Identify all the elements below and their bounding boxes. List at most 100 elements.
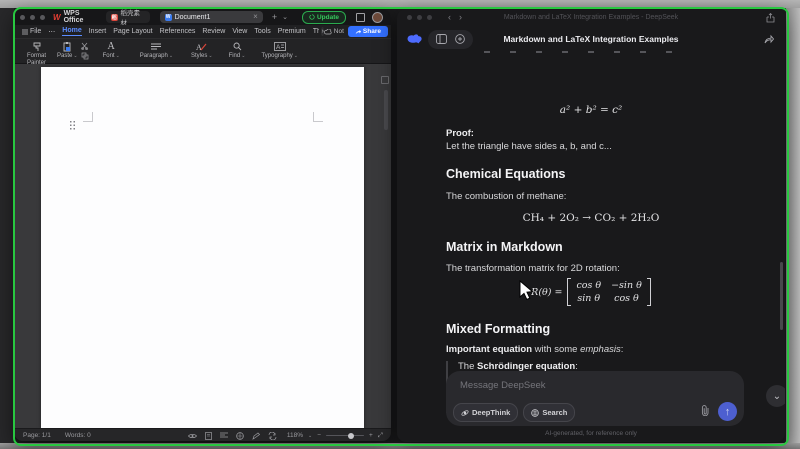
wps-status-bar: Page: 1/1 Words: 0: [14, 428, 391, 441]
font-icon: A: [108, 41, 115, 52]
message-composer[interactable]: Message DeepSeek DeepThink Search ↑: [446, 371, 744, 426]
paste-button[interactable]: Paste⌄: [57, 41, 78, 59]
cut-icon[interactable]: [81, 42, 89, 50]
desktop: W WPS Office 稻 稻壳素材 W Document1 × + ⌄ Up…: [0, 0, 800, 449]
tab-document1[interactable]: W Document1 ×: [160, 11, 263, 23]
menu-references[interactable]: References: [160, 28, 196, 35]
menu-right-cluster: Not Share: [324, 26, 388, 37]
svg-text:A: A: [196, 43, 202, 52]
deepthink-toggle[interactable]: DeepThink: [453, 403, 518, 422]
zoom-out-button[interactable]: −: [317, 432, 321, 439]
find-replace-icon[interactable]: [268, 432, 277, 440]
send-arrow-icon: ↑: [725, 406, 731, 418]
tab-material[interactable]: 稻 稻壳素材: [106, 11, 150, 23]
menu-home[interactable]: Home: [62, 27, 81, 36]
deepseek-title-bar: Markdown and LaTeX Integration Examples …: [397, 9, 785, 26]
document-canvas: [14, 64, 391, 428]
document-scrollbar[interactable]: [384, 90, 388, 130]
share-arrow-icon: [355, 29, 361, 35]
wps-window: W WPS Office 稻 稻壳素材 W Document1 × + ⌄ Up…: [14, 9, 391, 441]
mouse-cursor: [519, 280, 534, 303]
zoom-traffic-light[interactable]: [40, 15, 45, 20]
format-painter-button[interactable]: FormatPainter: [27, 41, 46, 67]
minimize-traffic-light[interactable]: [30, 15, 35, 20]
document-page[interactable]: [41, 67, 364, 428]
cloud-sync-status[interactable]: Not: [324, 28, 344, 35]
wps-ribbon: FormatPainter Paste⌄ A Font⌄ Paragra: [14, 39, 391, 64]
outline-view-icon[interactable]: [220, 432, 228, 439]
globe-icon: [531, 409, 539, 417]
menu-thesis[interactable]: Thesis A: [313, 28, 320, 35]
share-chat-icon[interactable]: [764, 34, 774, 44]
chat-scrollbar[interactable]: [780, 262, 783, 330]
menu-premium[interactable]: Premium: [278, 28, 306, 35]
print-layout-icon[interactable]: [205, 432, 212, 440]
paste-icon: [62, 41, 72, 52]
menu-more[interactable]: ⋯: [48, 28, 55, 36]
menu-tools[interactable]: Tools: [254, 28, 270, 35]
disclaimer-text: AI-generated, for reference only: [397, 430, 785, 437]
send-button[interactable]: ↑: [718, 402, 737, 421]
paragraph-drag-handle[interactable]: [69, 120, 76, 131]
margin-mark-top-left: [83, 112, 93, 122]
clipped-table-row: [484, 51, 689, 53]
restore-window-icon[interactable]: [356, 13, 365, 22]
macos-share-icon[interactable]: [766, 13, 775, 23]
wps-app-tab[interactable]: W WPS Office: [53, 10, 98, 24]
margin-mark-top-right: [313, 112, 323, 122]
find-menu-button[interactable]: Find⌄: [229, 41, 246, 59]
pen-edit-icon[interactable]: [252, 432, 260, 440]
fullscreen-icon[interactable]: ⤢: [378, 432, 383, 440]
clipboard-tools: [81, 42, 89, 60]
message-input[interactable]: Message DeepSeek: [460, 380, 546, 391]
typography-menu-button[interactable]: A Typography⌄: [261, 41, 298, 59]
matrix-intro: The transformation matrix for 2D rotatio…: [446, 263, 736, 275]
matrix-heading: Matrix in Markdown: [446, 239, 736, 255]
mixed-intro: Important equation with some emphasis:: [446, 344, 736, 356]
svg-text:A: A: [276, 44, 281, 51]
ruler-toggle-icon[interactable]: [381, 76, 389, 84]
wps-tab-bar: W WPS Office 稻 稻壳素材 W Document1 × + ⌄ Up…: [14, 9, 391, 25]
material-tab-icon: 稻: [111, 14, 117, 21]
attach-file-icon[interactable]: [701, 405, 710, 416]
window-title: Markdown and LaTeX Integration Examples …: [397, 14, 785, 21]
hamburger-icon: [22, 29, 28, 35]
zoom-slider-knob[interactable]: [348, 433, 354, 439]
word-count[interactable]: Words: 0: [65, 432, 91, 439]
eye-icon[interactable]: [188, 433, 197, 439]
copy-icon[interactable]: [81, 52, 89, 60]
share-button[interactable]: Share: [348, 26, 388, 37]
pythagoras-equation: a² + b² = c²: [446, 104, 736, 116]
update-button[interactable]: Update: [302, 11, 346, 24]
zoom-in-button[interactable]: +: [369, 432, 373, 439]
zoom-slider[interactable]: [326, 435, 364, 437]
new-tab-button[interactable]: +: [272, 12, 277, 22]
account-avatar[interactable]: [372, 12, 383, 23]
chemical-equations-heading: Chemical Equations: [446, 166, 736, 182]
wps-window-buttons: [356, 12, 383, 23]
menu-review[interactable]: Review: [202, 28, 225, 35]
zoom-preset-chevron-icon[interactable]: ⌄: [308, 433, 312, 439]
search-toggle[interactable]: Search: [523, 403, 575, 422]
deepthink-icon: [461, 409, 469, 417]
close-traffic-light[interactable]: [20, 15, 25, 20]
menu-insert[interactable]: Insert: [89, 28, 107, 35]
chevron-down-icon: ⌄: [773, 391, 781, 402]
font-menu-button[interactable]: A Font⌄: [103, 41, 120, 59]
format-painter-icon: [32, 41, 42, 52]
menu-page-layout[interactable]: Page Layout: [113, 28, 152, 35]
desktop-strip-left: [0, 8, 14, 449]
close-tab-icon[interactable]: ×: [253, 13, 258, 21]
paragraph-menu-button[interactable]: Paragraph⌄: [140, 41, 173, 59]
desktop-strip-top: [0, 0, 800, 8]
scroll-to-bottom-button[interactable]: ⌄: [766, 385, 785, 407]
menu-file[interactable]: File: [22, 28, 41, 35]
zoom-level[interactable]: 118%: [287, 432, 303, 439]
tab-list-chevron-icon[interactable]: ⌄: [282, 13, 288, 21]
page-count[interactable]: Page: 1/1: [23, 432, 51, 439]
menu-view[interactable]: View: [232, 28, 247, 35]
matrix-lhs: R(θ) =: [531, 287, 562, 298]
web-layout-icon[interactable]: [236, 432, 244, 440]
styles-menu-button[interactable]: A Styles⌄: [191, 41, 213, 59]
typography-icon: A: [274, 41, 286, 52]
